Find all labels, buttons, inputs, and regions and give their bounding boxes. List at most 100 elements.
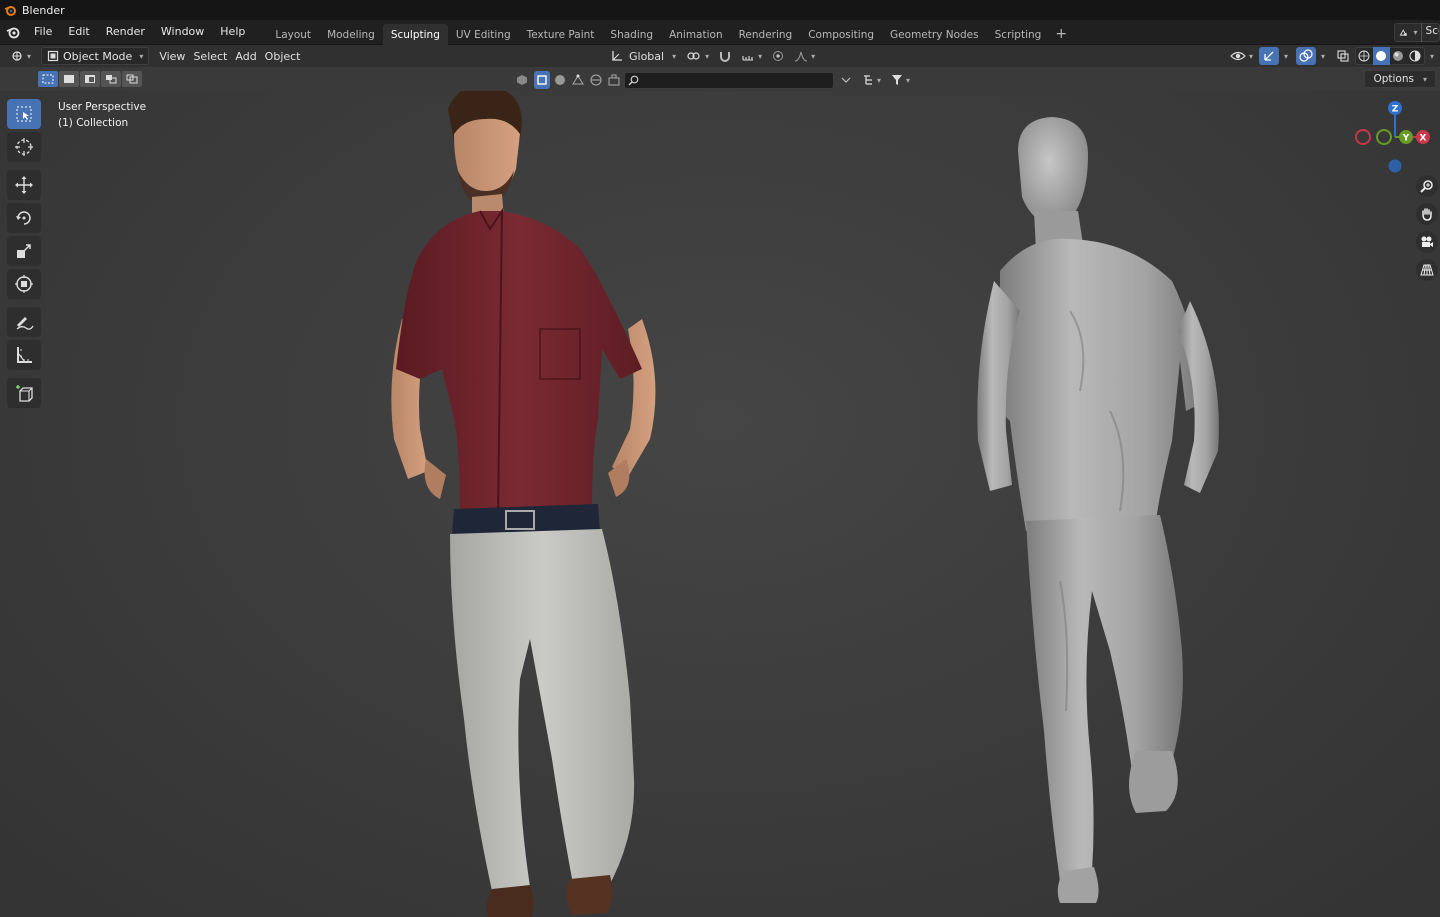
falloff-icon	[795, 51, 808, 62]
mesh-icon	[572, 74, 584, 85]
world-icon	[590, 74, 602, 86]
menu-render[interactable]: Render	[98, 21, 153, 43]
menu-file[interactable]: File	[26, 21, 60, 43]
cube-filter-button[interactable]	[512, 71, 532, 89]
chevron-down-icon: ▾	[139, 51, 144, 61]
gizmo-neg-y[interactable]	[1376, 129, 1392, 145]
3d-viewport[interactable]: User Perspective (1) Collection Z X Y	[0, 91, 1440, 917]
falloff-dropdown[interactable]: ▾	[790, 46, 819, 66]
menu-help[interactable]: Help	[212, 21, 253, 43]
chevron-down-icon[interactable]: ▾	[1284, 52, 1288, 61]
solid-shading-button[interactable]	[1372, 47, 1390, 65]
menu-add[interactable]: Add	[231, 46, 260, 66]
chevron-down-icon[interactable]: ▾	[1321, 52, 1325, 61]
tab-compositing[interactable]: Compositing	[800, 24, 882, 45]
pan-button[interactable]	[1416, 203, 1438, 225]
snap-target-dropdown[interactable]: ▾	[737, 46, 766, 66]
mode-label: Object Mode	[63, 49, 133, 63]
tab-layout[interactable]: Layout	[267, 24, 319, 45]
editor-type-button[interactable]: ▾	[6, 46, 35, 66]
rotate-icon	[16, 211, 31, 225]
overlays-toggle[interactable]	[1295, 47, 1316, 65]
tab-scripting[interactable]: Scripting	[987, 24, 1050, 45]
snap-toggle[interactable]	[715, 47, 735, 65]
orientation-dropdown[interactable]: Global ▾	[606, 46, 680, 66]
sculpted-mesh-model[interactable]	[960, 111, 1250, 911]
solid-filter-button[interactable]	[534, 71, 550, 89]
rendered-shading-button[interactable]	[1407, 47, 1424, 65]
add-workspace-button[interactable]: +	[1049, 24, 1073, 45]
tab-rendering[interactable]: Rendering	[731, 24, 801, 45]
tab-modeling[interactable]: Modeling	[319, 24, 383, 45]
add-cube-tool[interactable]	[7, 378, 41, 408]
annotate-tool[interactable]	[7, 307, 41, 337]
chevron-down-icon[interactable]: ▾	[1430, 52, 1434, 61]
tab-geometry-nodes[interactable]: Geometry Nodes	[882, 24, 987, 45]
visibility-dropdown[interactable]: ▾	[1226, 46, 1257, 66]
menu-select[interactable]: Select	[189, 46, 231, 66]
search-input[interactable]	[624, 71, 834, 89]
menu-edit[interactable]: Edit	[60, 21, 97, 43]
overlays-icon	[1299, 49, 1313, 62]
cursor-tool[interactable]	[7, 132, 41, 162]
select-intersect-button[interactable]	[122, 71, 142, 87]
menu-object[interactable]: Object	[261, 46, 305, 66]
blender-menu-button[interactable]	[0, 21, 26, 43]
move-tool[interactable]	[7, 170, 41, 200]
gizmo-icon	[1264, 51, 1274, 61]
select-difference-button[interactable]	[101, 71, 121, 87]
tab-uv-editing[interactable]: UV Editing	[448, 24, 519, 45]
magnet-icon	[720, 52, 731, 62]
mode-dropdown[interactable]: Object Mode ▾	[41, 47, 150, 65]
proportional-edit-toggle[interactable]	[768, 47, 788, 65]
transform-tool[interactable]	[7, 269, 41, 299]
pivot-dropdown[interactable]: ▾	[682, 46, 713, 66]
gizmo-neg-z[interactable]	[1388, 159, 1402, 173]
menu-window[interactable]: Window	[153, 21, 212, 43]
tab-animation[interactable]: Animation	[661, 24, 731, 45]
zoom-button[interactable]	[1416, 175, 1438, 197]
rendered-sphere-icon	[1409, 50, 1422, 62]
wireframe-shading-button[interactable]	[1356, 47, 1373, 65]
shading-filter-c[interactable]	[588, 71, 604, 89]
grid-perspective-icon	[1420, 264, 1434, 276]
select-box-tool[interactable]	[7, 99, 41, 129]
shading-filter-b[interactable]	[570, 71, 586, 89]
reference-photo-man[interactable]	[380, 91, 680, 917]
select-extend-icon	[64, 75, 74, 83]
filter-collapse-button[interactable]	[836, 70, 856, 90]
gizmo-y-label: Y	[1402, 134, 1410, 144]
tab-shading[interactable]: Shading	[602, 24, 661, 45]
options-dropdown[interactable]: Options ▾	[1364, 70, 1436, 88]
sort-dropdown[interactable]: ▾	[858, 70, 885, 90]
select-new-button[interactable]	[38, 71, 58, 87]
tab-texture-paint[interactable]: Texture Paint	[519, 24, 603, 45]
filter-tools: ▾ ▾	[512, 70, 914, 90]
gizmo-toggle[interactable]	[1258, 47, 1279, 65]
select-difference-icon	[106, 75, 117, 84]
gizmo-neg-x[interactable]	[1355, 129, 1371, 145]
tab-sculpting[interactable]: Sculpting	[382, 23, 448, 45]
measure-tool[interactable]	[7, 340, 41, 370]
shading-filter-a[interactable]	[552, 71, 568, 89]
select-subtract-button[interactable]	[80, 71, 100, 87]
topbar-right: ▾ Sce	[1394, 20, 1440, 45]
blender-icon	[6, 27, 20, 39]
shading-filter-d[interactable]	[606, 71, 622, 89]
proportional-edit-icon	[773, 51, 784, 61]
xray-toggle[interactable]	[1333, 47, 1353, 65]
select-intersect-icon	[126, 74, 138, 84]
scale-tool[interactable]	[7, 236, 41, 266]
viewport-header-right: ▾ ▾ ▾ ▾	[1226, 45, 1434, 67]
perspective-label: User Perspective	[58, 101, 147, 113]
perspective-toggle-button[interactable]	[1416, 259, 1438, 281]
camera-view-button[interactable]	[1416, 231, 1438, 253]
menu-view[interactable]: View	[155, 46, 189, 66]
filter-dropdown[interactable]: ▾	[887, 70, 914, 90]
transform-icon	[15, 275, 33, 293]
chevron-down-icon: ▾	[1422, 74, 1427, 84]
rotate-tool[interactable]	[7, 203, 41, 233]
select-extend-button[interactable]	[59, 71, 79, 87]
scene-selector[interactable]: ▾ Sce	[1394, 23, 1440, 42]
material-shading-button[interactable]	[1390, 47, 1407, 65]
